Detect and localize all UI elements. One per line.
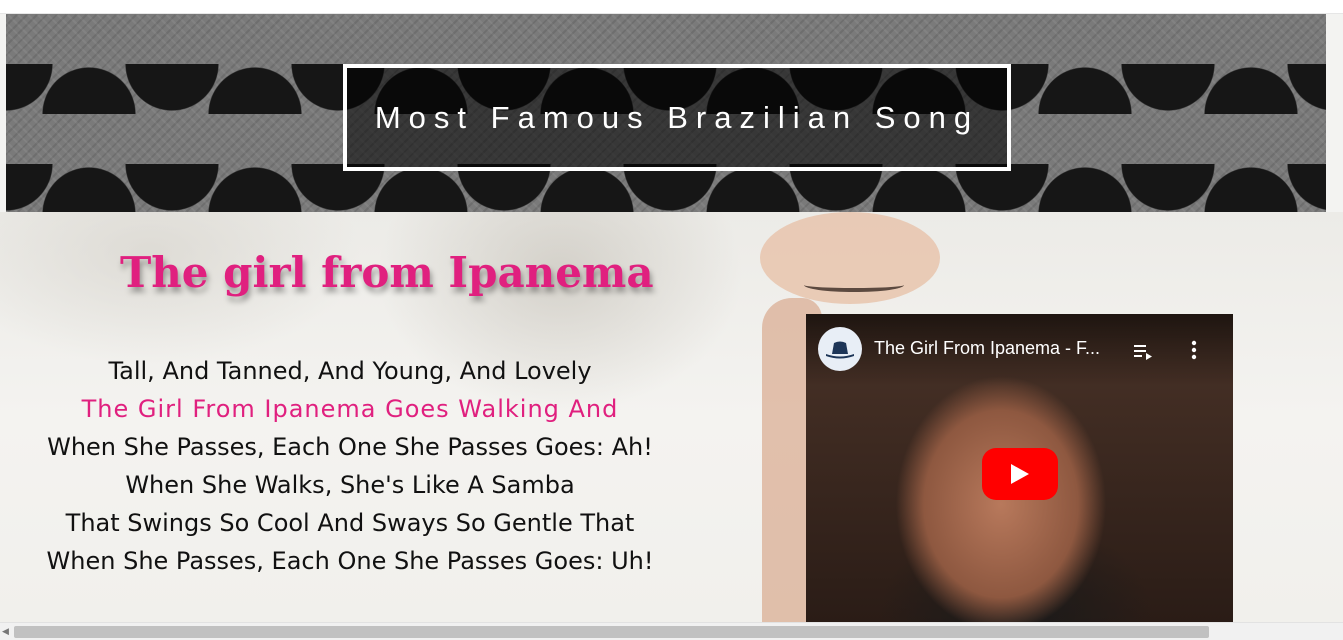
youtube-embed[interactable]: The Girl From Ipanema - F... [806,314,1233,622]
scroll-left-arrow-icon[interactable]: ◀ [2,627,10,637]
video-title[interactable]: The Girl From Ipanema - F... [874,338,1124,359]
horizontal-scrollbar[interactable]: ◀ [0,622,1343,640]
browser-top-strip [0,0,1343,14]
banner-title-box: Most Famous Brazilian Song [343,64,1011,171]
playlist-icon[interactable] [1132,340,1154,362]
lyric-line-highlight: The Girl From Ipanema Goes Walking And [81,395,619,423]
scrollbar-thumb[interactable] [14,626,1209,638]
lyric-line: When She Passes, Each One She Passes Goe… [46,547,654,575]
partially-visible-link[interactable] [150,612,550,622]
lyric-line: When She Walks, She's Like A Samba [125,471,575,499]
lyrics-block: Tall, And Tanned, And Young, And Lovely … [30,352,670,580]
song-title: The girl from Ipanema [120,248,654,297]
lyric-line: Tall, And Tanned, And Young, And Lovely [108,357,592,385]
lyric-line: That Swings So Cool And Sways So Gentle … [65,509,635,537]
banner-title: Most Famous Brazilian Song [374,99,980,135]
channel-avatar-icon[interactable] [818,327,862,371]
header-banner: Most Famous Brazilian Song [6,14,1326,212]
play-button[interactable] [982,448,1058,500]
hat-band-shape [804,278,904,292]
lyric-line: When She Passes, Each One She Passes Goe… [47,433,653,461]
video-header: The Girl From Ipanema - F... [806,314,1233,386]
play-icon [1011,464,1029,484]
hat-icon [826,341,854,359]
more-vert-icon[interactable] [1184,338,1204,362]
main-content: The girl from Ipanema Tall, And Tanned, … [0,212,1343,622]
